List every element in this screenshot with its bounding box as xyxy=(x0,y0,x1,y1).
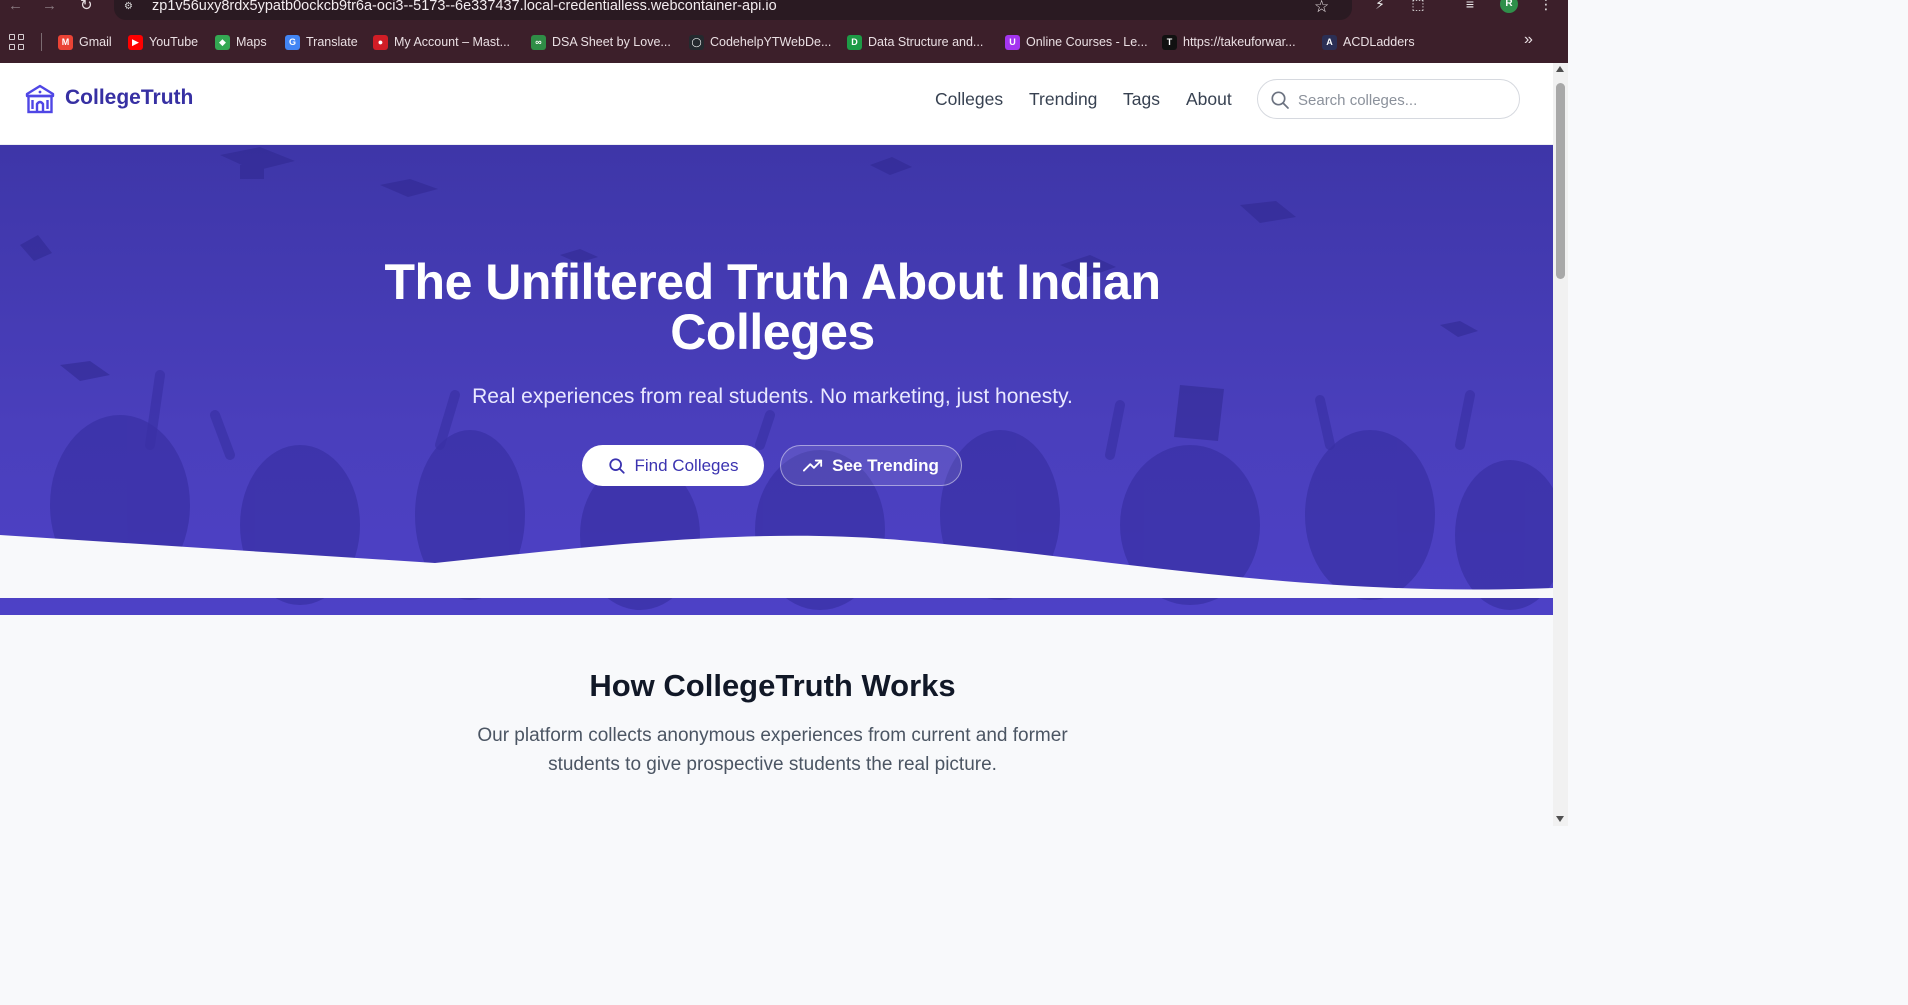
bookmark-label: ACDLadders xyxy=(1343,35,1415,49)
extension-icon[interactable]: ⚡ xyxy=(1372,0,1388,12)
more-bookmarks-icon[interactable]: » xyxy=(1524,31,1533,49)
search-icon xyxy=(1271,91,1289,109)
bookmark-item[interactable]: Thttps://takeuforwar... xyxy=(1162,33,1296,51)
hero-title-line-2: Colleges xyxy=(670,304,875,360)
bookmark-item[interactable]: A ACDLadders xyxy=(1322,33,1415,51)
gfg-icon: ∞ xyxy=(531,34,546,50)
extensions-puzzle-icon[interactable]: ⬚ xyxy=(1410,0,1426,12)
scroll-thumb[interactable] xyxy=(1556,83,1565,279)
how-it-works-title: How CollegeTruth Works xyxy=(589,668,956,703)
bookmark-item[interactable]: ◯ CodehelpYTWebDe... xyxy=(689,33,831,51)
see-trending-label: See Trending xyxy=(832,455,939,475)
nav-colleges[interactable]: Colleges xyxy=(935,89,1003,110)
search-box[interactable] xyxy=(1257,79,1520,119)
apps-grid-icon[interactable] xyxy=(9,34,25,50)
bookmark-label: DSA Sheet by Love... xyxy=(552,35,671,49)
back-icon[interactable]: ← xyxy=(8,0,23,14)
hero-subtitle: Real experiences from real students. No … xyxy=(472,385,1073,408)
gmail-icon: M xyxy=(58,34,73,50)
hero-title-line-1: The Unfiltered Truth About Indian xyxy=(384,254,1161,310)
bookmark-label: Gmail xyxy=(79,35,112,49)
see-trending-button[interactable]: See Trending xyxy=(780,445,962,486)
college-logo-icon[interactable] xyxy=(24,83,56,115)
bookmark-label: https://takeuforwar... xyxy=(1183,35,1296,49)
find-colleges-button[interactable]: Find Colleges xyxy=(582,445,764,486)
translate-icon: G xyxy=(285,34,300,50)
browser-titlebar: ← → ↻ ⚙ zp1v56uxy8rdx5ypatb0ockcb9tr6a-o… xyxy=(0,0,1568,21)
bookmark-item[interactable]: M Gmail xyxy=(58,33,112,51)
page-viewport: CollegeTruth Colleges Trending Tags Abou… xyxy=(0,63,1553,826)
nav-tags[interactable]: Tags xyxy=(1123,89,1160,110)
search-icon xyxy=(608,457,625,474)
bookmark-label: Online Courses - Le... xyxy=(1026,35,1148,49)
bookmarks-bar: M Gmail ▶ YouTube ◆ Maps G Translate ● My Account… xyxy=(0,21,1568,63)
scroll-up-arrow[interactable] xyxy=(1556,66,1564,72)
scroll-down-arrow[interactable] xyxy=(1556,816,1564,822)
bookmark-item[interactable]: U Online Courses - Le... xyxy=(1005,33,1148,51)
hero-title: The Unfiltered Truth About Indian Colleg… xyxy=(0,257,1545,357)
bookmark-item[interactable]: G Translate xyxy=(285,33,358,51)
media-control-icon[interactable]: ≡ xyxy=(1462,0,1478,12)
site-settings-icon[interactable]: ⚙ xyxy=(124,1,138,12)
maps-icon: ◆ xyxy=(215,34,230,50)
search-input[interactable] xyxy=(1298,89,1508,111)
bookmarks-divider xyxy=(41,33,42,51)
brand-name[interactable]: CollegeTruth xyxy=(65,86,193,110)
url-text[interactable]: zp1v56uxy8rdx5ypatb0ockcb9tr6a-oci3--517… xyxy=(152,0,777,14)
bookmark-label: Translate xyxy=(306,35,358,49)
bookmark-label: My Account – Mast... xyxy=(394,35,511,49)
bookmark-label: CodehelpYTWebDe... xyxy=(710,35,832,49)
how-it-works-line-2: students to give prospective students th… xyxy=(548,754,997,775)
bookmark-item[interactable]: ▶ YouTube xyxy=(128,33,198,51)
browser-menu-icon[interactable]: ⋮ xyxy=(1538,0,1554,12)
bookmark-item[interactable]: D Data Structure and... xyxy=(847,33,983,51)
address-bar[interactable]: ⚙ zp1v56uxy8rdx5ypatb0ockcb9tr6a-oci3--5… xyxy=(114,0,1352,20)
udemy-icon: U xyxy=(1005,34,1020,50)
trending-up-icon xyxy=(803,459,823,471)
profile-avatar[interactable]: R xyxy=(1500,0,1518,13)
page-scrollbar[interactable] xyxy=(1553,63,1568,826)
mastercard-icon: ● xyxy=(373,34,388,50)
bookmark-item[interactable]: ◆ Maps xyxy=(215,33,267,51)
how-it-works-description: Our platform collects anonymous experien… xyxy=(450,721,1095,779)
tuf-icon: T xyxy=(1162,34,1177,50)
nav-about[interactable]: About xyxy=(1186,89,1232,110)
nav-trending[interactable]: Trending xyxy=(1029,89,1097,110)
bookmark-item[interactable]: ∞ DSA Sheet by Love... xyxy=(531,33,671,51)
bookmark-star-icon[interactable]: ☆ xyxy=(1314,0,1329,17)
data-structure-icon: D xyxy=(847,34,862,50)
bookmark-item[interactable]: ● My Account – Mast... xyxy=(373,33,510,51)
hero-wave-divider xyxy=(0,535,1553,598)
reload-icon[interactable]: ↻ xyxy=(80,0,93,14)
youtube-icon: ▶ xyxy=(128,34,143,50)
site-header: CollegeTruth Colleges Trending Tags Abou… xyxy=(0,63,1553,145)
github-icon: ◯ xyxy=(689,34,704,50)
forward-icon[interactable]: → xyxy=(42,0,57,14)
how-it-works-line-1: Our platform collects anonymous experien… xyxy=(477,725,1068,746)
bookmark-label: Data Structure and... xyxy=(868,35,984,49)
bookmark-label: Maps xyxy=(236,35,267,49)
find-colleges-label: Find Colleges xyxy=(634,455,739,475)
acd-icon: A xyxy=(1322,34,1337,50)
bookmark-label: YouTube xyxy=(149,35,199,49)
